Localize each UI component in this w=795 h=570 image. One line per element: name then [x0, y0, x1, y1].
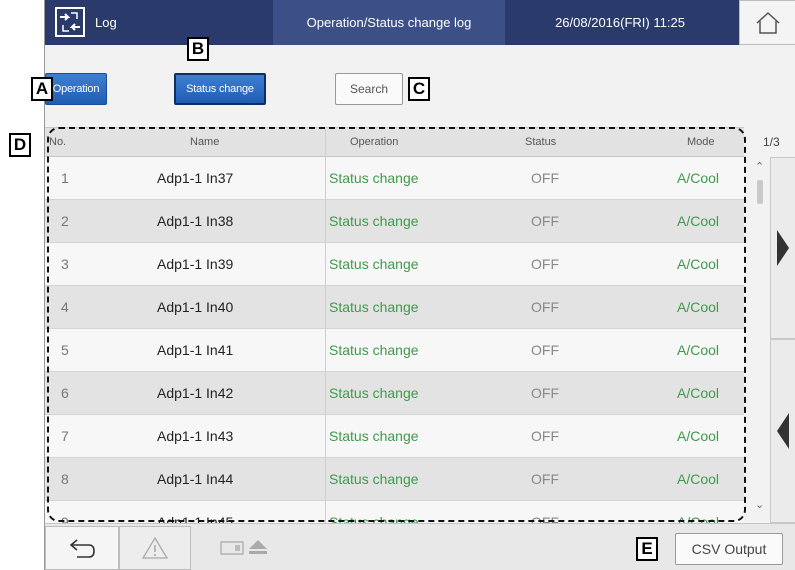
- table-row[interactable]: 4 Adp1-1 In40 Status change OFF A/Cool: [45, 286, 744, 329]
- table-row[interactable]: 2 Adp1-1 In38 Status change OFF A/Cool: [45, 200, 744, 243]
- status-change-filter-button[interactable]: Status change: [174, 73, 266, 105]
- row-no: 8: [61, 471, 69, 487]
- callout-d: D: [9, 133, 31, 157]
- row-name: Adp1-1 In37: [157, 170, 234, 186]
- warning-button[interactable]: [119, 526, 191, 570]
- next-page-icon: [777, 230, 789, 266]
- row-no: 2: [61, 213, 69, 229]
- usb-eject-icon: [220, 540, 267, 555]
- operation-filter-button[interactable]: Operation: [45, 73, 107, 105]
- table-row[interactable]: 9 Adp1-1 In45 Status change OFF A/Cool: [45, 501, 744, 523]
- footer-bar: CSV Output: [45, 523, 795, 570]
- column-operation: Operation: [350, 136, 399, 148]
- column-name: Name: [190, 136, 220, 148]
- log-table-body: 1 Adp1-1 In37 Status change OFF A/Cool 2…: [45, 157, 744, 523]
- row-status: OFF: [531, 514, 559, 523]
- app-title: Log: [95, 15, 117, 30]
- row-operation: Status change: [329, 299, 419, 315]
- column-mode: Mode: [687, 136, 715, 148]
- log-icon: [55, 7, 85, 37]
- row-mode: A/Cool: [677, 471, 720, 487]
- row-status: OFF: [531, 342, 559, 358]
- row-name: Adp1-1 In41: [157, 342, 234, 358]
- row-name: Adp1-1 In44: [157, 471, 234, 487]
- row-status: OFF: [531, 385, 559, 401]
- row-no: 1: [61, 170, 69, 186]
- scroll-down-icon[interactable]: ⌄: [755, 498, 764, 511]
- table-row[interactable]: 3 Adp1-1 In39 Status change OFF A/Cool: [45, 243, 744, 286]
- table-row[interactable]: 6 Adp1-1 In42 Status change OFF A/Cool: [45, 372, 744, 415]
- row-operation: Status change: [329, 170, 419, 186]
- row-operation: Status change: [329, 342, 419, 358]
- row-name: Adp1-1 In39: [157, 256, 234, 272]
- row-status: OFF: [531, 256, 559, 272]
- row-operation: Status change: [329, 385, 419, 401]
- row-operation: Status change: [329, 471, 419, 487]
- row-mode: A/Cool: [677, 170, 720, 186]
- row-name: Adp1-1 In40: [157, 299, 234, 315]
- page-indicator: 1/3: [763, 135, 780, 149]
- scroll-up-icon[interactable]: ⌃: [755, 160, 764, 173]
- row-mode: A/Cool: [677, 299, 720, 315]
- next-page-button[interactable]: [770, 157, 795, 339]
- back-icon: [69, 539, 95, 558]
- row-mode: A/Cool: [677, 514, 720, 523]
- row-name: Adp1-1 In43: [157, 428, 234, 444]
- row-mode: A/Cool: [677, 213, 720, 229]
- table-header: No. Name Operation Status Mode: [45, 127, 744, 157]
- csv-output-button[interactable]: CSV Output: [675, 533, 783, 565]
- datetime-display: 26/08/2016(FRI) 11:25: [555, 15, 685, 30]
- scrollbar-thumb[interactable]: [757, 180, 763, 204]
- row-no: 5: [61, 342, 69, 358]
- row-status: OFF: [531, 213, 559, 229]
- table-row[interactable]: 1 Adp1-1 In37 Status change OFF A/Cool: [45, 157, 744, 200]
- row-name: Adp1-1 In42: [157, 385, 234, 401]
- callout-a: A: [31, 77, 53, 101]
- callout-b: B: [187, 37, 209, 61]
- usb-eject-button[interactable]: [205, 526, 285, 570]
- header-bar: Log Operation/Status change log 26/08/20…: [45, 0, 795, 45]
- row-operation: Status change: [329, 428, 419, 444]
- row-name: Adp1-1 In45: [157, 514, 234, 523]
- callout-c: C: [408, 77, 430, 101]
- table-row[interactable]: 7 Adp1-1 In43 Status change OFF A/Cool: [45, 415, 744, 458]
- home-icon: [755, 11, 780, 34]
- row-operation: Status change: [329, 514, 419, 523]
- row-no: 4: [61, 299, 69, 315]
- callout-e: E: [636, 537, 658, 561]
- table-scrollbar[interactable]: ⌃ ⌄: [753, 160, 767, 520]
- search-button[interactable]: Search: [335, 73, 403, 105]
- row-operation: Status change: [329, 213, 419, 229]
- row-mode: A/Cool: [677, 342, 720, 358]
- row-no: 6: [61, 385, 69, 401]
- prev-page-icon: [777, 413, 789, 449]
- column-divider: [325, 127, 326, 523]
- column-status: Status: [525, 136, 557, 148]
- prev-page-button[interactable]: [770, 339, 795, 523]
- table-row[interactable]: 8 Adp1-1 In44 Status change OFF A/Cool: [45, 458, 744, 501]
- log-title: Operation/Status change log: [273, 0, 505, 45]
- row-status: OFF: [531, 299, 559, 315]
- row-mode: A/Cool: [677, 385, 720, 401]
- row-name: Adp1-1 In38: [157, 213, 234, 229]
- row-no: 3: [61, 256, 69, 272]
- column-no: No.: [49, 136, 67, 148]
- row-status: OFF: [531, 170, 559, 186]
- row-mode: A/Cool: [677, 428, 720, 444]
- table-row[interactable]: 5 Adp1-1 In41 Status change OFF A/Cool: [45, 329, 744, 372]
- row-status: OFF: [531, 428, 559, 444]
- warning-icon: [141, 536, 169, 559]
- row-no: 7: [61, 428, 69, 444]
- row-no: 9: [61, 514, 69, 523]
- row-operation: Status change: [329, 256, 419, 272]
- row-status: OFF: [531, 471, 559, 487]
- row-mode: A/Cool: [677, 256, 720, 272]
- back-button[interactable]: [45, 526, 119, 570]
- home-button[interactable]: [739, 0, 795, 45]
